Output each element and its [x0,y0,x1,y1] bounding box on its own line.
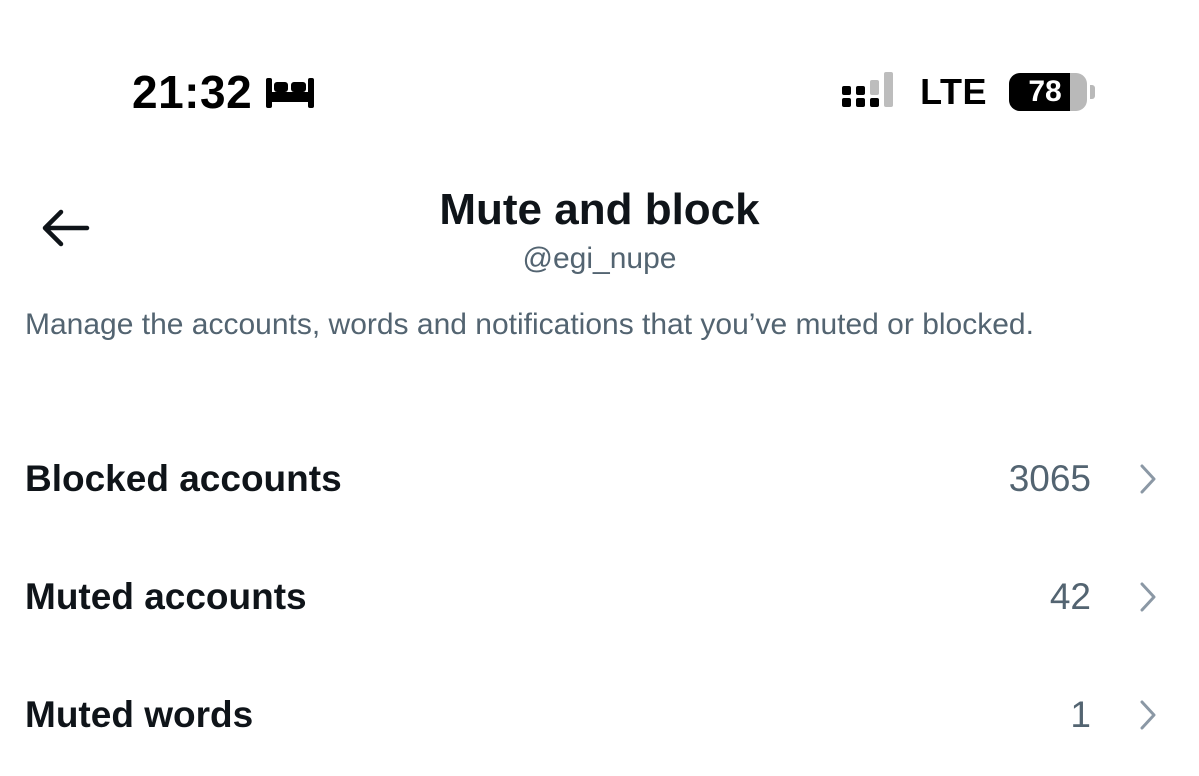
chevron-right-icon [1133,656,1163,774]
status-right: LTE 78 [840,62,1095,122]
account-handle: @egi_nupe [522,242,677,275]
battery-cap [1090,85,1095,99]
cellular-signal-icon [840,70,902,114]
row-label: Blocked accounts [25,458,342,499]
row-count: 42 [1049,576,1091,617]
status-left: 21:32 [132,60,316,124]
network-type: LTE [920,71,987,112]
row-count: 3065 [1008,458,1091,499]
settings-list: Blocked accounts 3065 Muted accounts 42 … [0,420,1199,774]
row-label: Muted accounts [25,576,307,617]
muted-accounts-row[interactable]: Muted accounts 42 [0,538,1199,656]
bed-icon [264,74,316,110]
status-bar: 21:32 LTE 78 [0,0,1199,150]
blocked-accounts-row[interactable]: Blocked accounts 3065 [0,420,1199,538]
status-time: 21:32 [132,66,253,118]
row-count: 1 [1070,694,1091,735]
chevron-right-icon [1133,538,1163,656]
chevron-right-icon [1133,420,1163,538]
row-label: Muted words [25,694,254,735]
page-title: Mute and block [439,185,760,234]
battery-icon: 78 [1009,73,1095,111]
muted-words-row[interactable]: Muted words 1 [0,656,1199,774]
page-description: Manage the accounts, words and notificat… [25,308,1034,341]
battery-level: 78 [1028,75,1062,108]
